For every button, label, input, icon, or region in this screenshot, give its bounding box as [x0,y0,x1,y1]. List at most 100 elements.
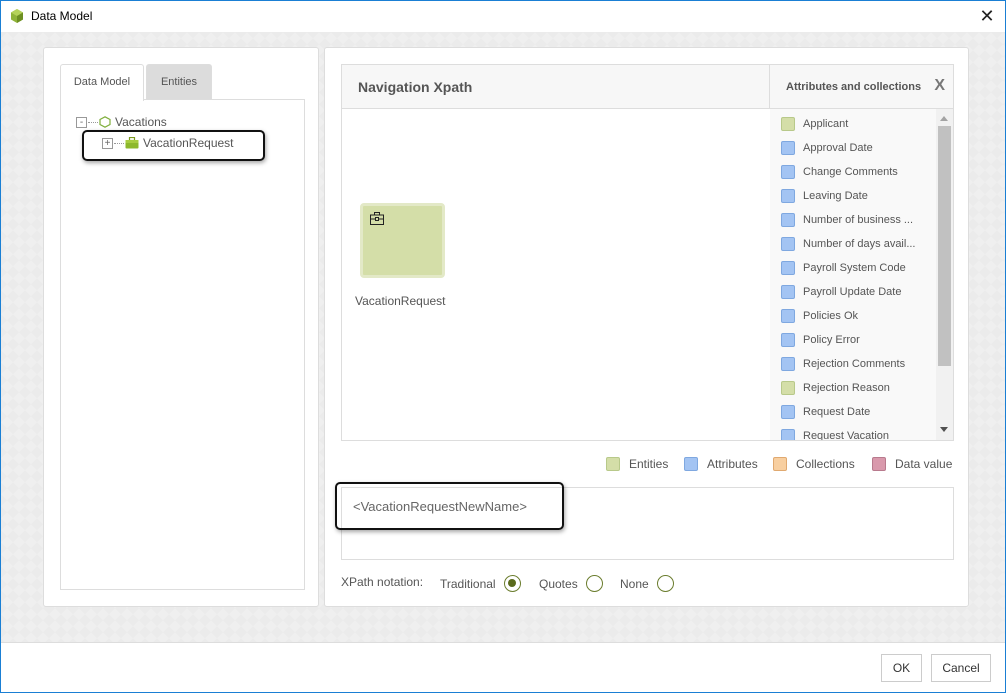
collapse-toggle[interactable]: - [76,116,87,128]
entity-swatch [781,117,795,131]
option-label: Quotes [539,576,578,591]
attribute-label: Rejection Comments [803,358,906,370]
entity-card-label: VacationRequest [355,294,446,308]
attribute-item[interactable]: Payroll System Code [781,261,906,275]
close-attributes-button[interactable]: X [934,77,945,95]
entity-swatch [781,381,795,395]
collections-swatch [773,457,787,471]
quotes-radio[interactable] [585,575,603,592]
attribute-item[interactable]: Leaving Date [781,189,868,203]
navigation-title: Navigation Xpath [358,79,473,95]
legend-entities: Entities [606,457,668,471]
navigation-header: Navigation Xpath [342,65,770,109]
attribute-label: Policy Error [803,334,860,346]
attribute-swatch [781,405,795,419]
legend-label: Attributes [707,457,758,471]
attribute-swatch [781,429,795,440]
attribute-swatch [781,357,795,371]
attribute-label: Request Vacation [803,430,890,440]
hexagon-icon [99,116,111,128]
attribute-label: Leaving Date [803,190,868,202]
attribute-label: Payroll System Code [803,262,906,274]
attribute-swatch [781,189,795,203]
attribute-item[interactable]: Rejection Reason [781,381,890,395]
attribute-item[interactable]: Payroll Update Date [781,285,901,299]
attribute-item[interactable]: Policy Error [781,333,860,347]
expand-toggle[interactable]: + [102,137,113,149]
attribute-label: Number of days avail... [803,238,916,250]
tab-entities[interactable]: Entities [146,64,212,100]
notation-option-traditional[interactable]: Traditional [440,575,521,592]
left-panel: Data Model Entities - Vacations + Vacati… [43,47,319,607]
attribute-swatch [781,165,795,179]
attribute-swatch [781,261,795,275]
notation-option-none[interactable]: None [620,575,674,592]
attributes-title: Attributes and collections [786,81,922,93]
close-icon[interactable]: ✕ [977,6,997,26]
legend-collections: Collections [773,457,855,471]
title-bar: Data Model ✕ [1,1,1005,32]
attributes-panel: Attributes and collections X Applicant Ap… [770,65,953,440]
tree-node-vacationrequest[interactable]: + VacationRequest [102,136,234,150]
cancel-button[interactable]: Cancel [931,654,991,682]
attribute-item[interactable]: Request Vacation [781,429,889,440]
tab-data-model[interactable]: Data Model [60,64,144,101]
attribute-swatch [781,309,795,323]
briefcase-icon [370,212,384,225]
attribute-item[interactable]: Change Comments [781,165,898,179]
ok-button[interactable]: OK [881,654,922,682]
tree-connector [114,142,124,144]
attribute-label: Approval Date [803,142,873,154]
attribute-item[interactable]: Number of days avail... [781,237,916,251]
data-model-dialog: Data Model ✕ Data Model Entities - Vacat… [0,0,1006,693]
right-panel: Navigation Xpath VacationRequest Attribu… [324,47,969,607]
data-value-swatch [872,457,886,471]
scroll-down-arrow-icon[interactable] [940,427,948,432]
navigation-xpath-panel: Navigation Xpath VacationRequest Attribu… [341,64,954,441]
attributes-swatch [684,457,698,471]
xpath-input[interactable]: <VacationRequestNewName> [341,487,954,560]
window-title: Data Model [31,9,93,23]
attribute-item[interactable]: Rejection Comments [781,357,905,371]
attribute-item[interactable]: Number of business ... [781,213,913,227]
option-label: None [620,576,649,591]
xpath-value: <VacationRequestNewName> [353,499,527,514]
xpath-notation-label: XPath notation: [341,575,423,589]
dialog-footer: OK Cancel [1,643,1005,692]
attribute-label: Applicant [803,118,849,130]
attribute-swatch [781,333,795,347]
attribute-label: Request Date [803,406,871,418]
attributes-scrollbar[interactable] [936,109,953,440]
tree-node-vacations[interactable]: - Vacations [76,115,167,129]
attribute-item[interactable]: Applicant [781,117,848,131]
notation-label: XPath notation: [341,575,424,589]
attributes-list: Applicant Approval Date Change Comments Lea… [770,109,936,440]
data-model-tree: - Vacations + VacationRequest [60,99,305,590]
legend-label: Entities [629,457,669,471]
attribute-label: Change Comments [803,166,898,178]
legend-data-value: Data value [872,457,952,471]
legend-label: Collections [796,457,855,471]
scroll-up-arrow-icon[interactable] [940,116,948,121]
none-radio[interactable] [656,575,674,592]
legend-label: Data value [895,457,953,471]
legend-attributes: Attributes [684,457,758,471]
attribute-item[interactable]: Policies Ok [781,309,858,323]
attribute-swatch [781,285,795,299]
tree-label: Vacations [115,115,167,129]
attribute-label: Number of business ... [803,214,914,226]
attribute-label: Rejection Reason [803,382,890,394]
cube-icon [11,9,23,23]
notation-option-quotes[interactable]: Quotes [539,575,603,592]
attribute-item[interactable]: Request Date [781,405,870,419]
tree-connector [88,121,98,123]
scroll-thumb[interactable] [938,126,951,366]
attributes-header: Attributes and collections X [770,65,953,109]
attribute-swatch [781,141,795,155]
tree-label: VacationRequest [143,136,234,150]
briefcase-icon [125,137,139,149]
attribute-label: Payroll Update Date [803,286,902,298]
attribute-item[interactable]: Approval Date [781,141,873,155]
entity-card[interactable] [360,203,445,278]
traditional-radio[interactable] [503,575,521,592]
